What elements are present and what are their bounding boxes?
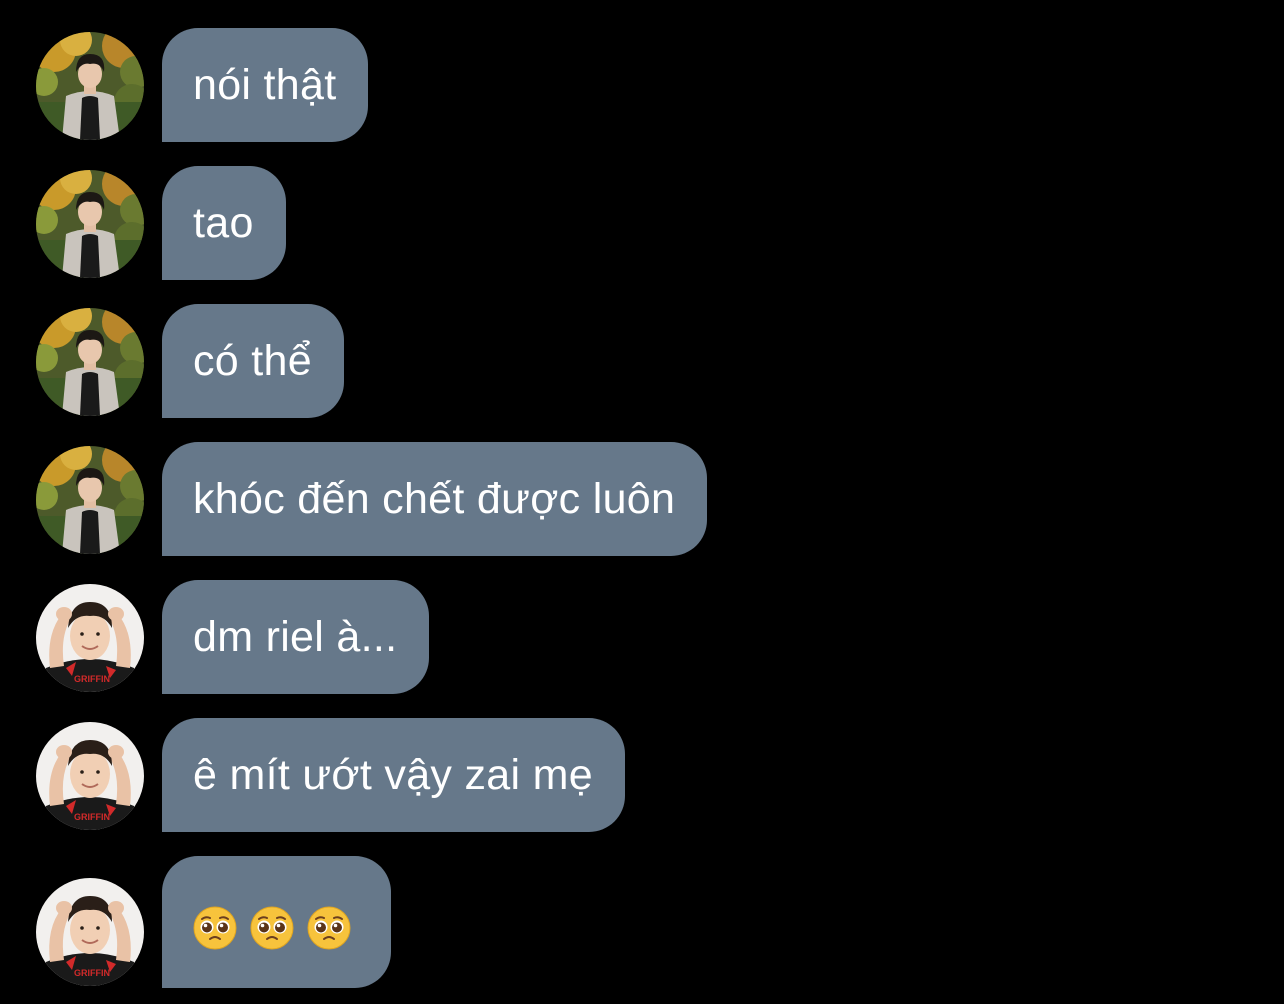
avatar-photo-a-icon[interactable] (36, 446, 144, 554)
message-text: khóc đến chết được luôn (193, 474, 676, 523)
pleading-face-icon (307, 906, 351, 950)
avatar-photo-a-icon[interactable] (36, 308, 144, 416)
message-text: tao (193, 198, 254, 247)
message-thread: nói thật tao có thể khóc đến chết được l… (0, 0, 1284, 1004)
message-text: có thể (193, 336, 312, 385)
message-text: dm riel à... (193, 612, 398, 661)
avatar-photo-a-icon[interactable] (36, 170, 144, 278)
message-row: khóc đến chết được luôn (36, 442, 708, 556)
message-bubble[interactable]: có thể (162, 304, 344, 418)
message-row (36, 856, 391, 988)
avatar-photo-b-icon[interactable] (36, 878, 144, 986)
message-bubble[interactable]: dm riel à... (162, 580, 430, 694)
message-bubble[interactable]: khóc đến chết được luôn (162, 442, 708, 556)
message-row: nói thật (36, 28, 369, 142)
avatar-photo-b-icon[interactable] (36, 584, 144, 692)
pleading-face-icon (250, 906, 294, 950)
message-text: nói thật (193, 60, 337, 109)
message-row: tao (36, 166, 286, 280)
message-row: ê mít ướt vậy zai mẹ (36, 718, 625, 832)
avatar-photo-a-icon[interactable] (36, 32, 144, 140)
message-bubble[interactable]: ê mít ướt vậy zai mẹ (162, 718, 625, 832)
message-bubble[interactable]: tao (162, 166, 286, 280)
message-row: có thể (36, 304, 344, 418)
avatar-photo-b-icon[interactable] (36, 722, 144, 830)
message-row: dm riel à... (36, 580, 430, 694)
pleading-face-icon (193, 906, 237, 950)
message-text: ê mít ướt vậy zai mẹ (193, 750, 593, 799)
message-bubble[interactable]: nói thật (162, 28, 369, 142)
message-bubble[interactable] (162, 856, 391, 988)
